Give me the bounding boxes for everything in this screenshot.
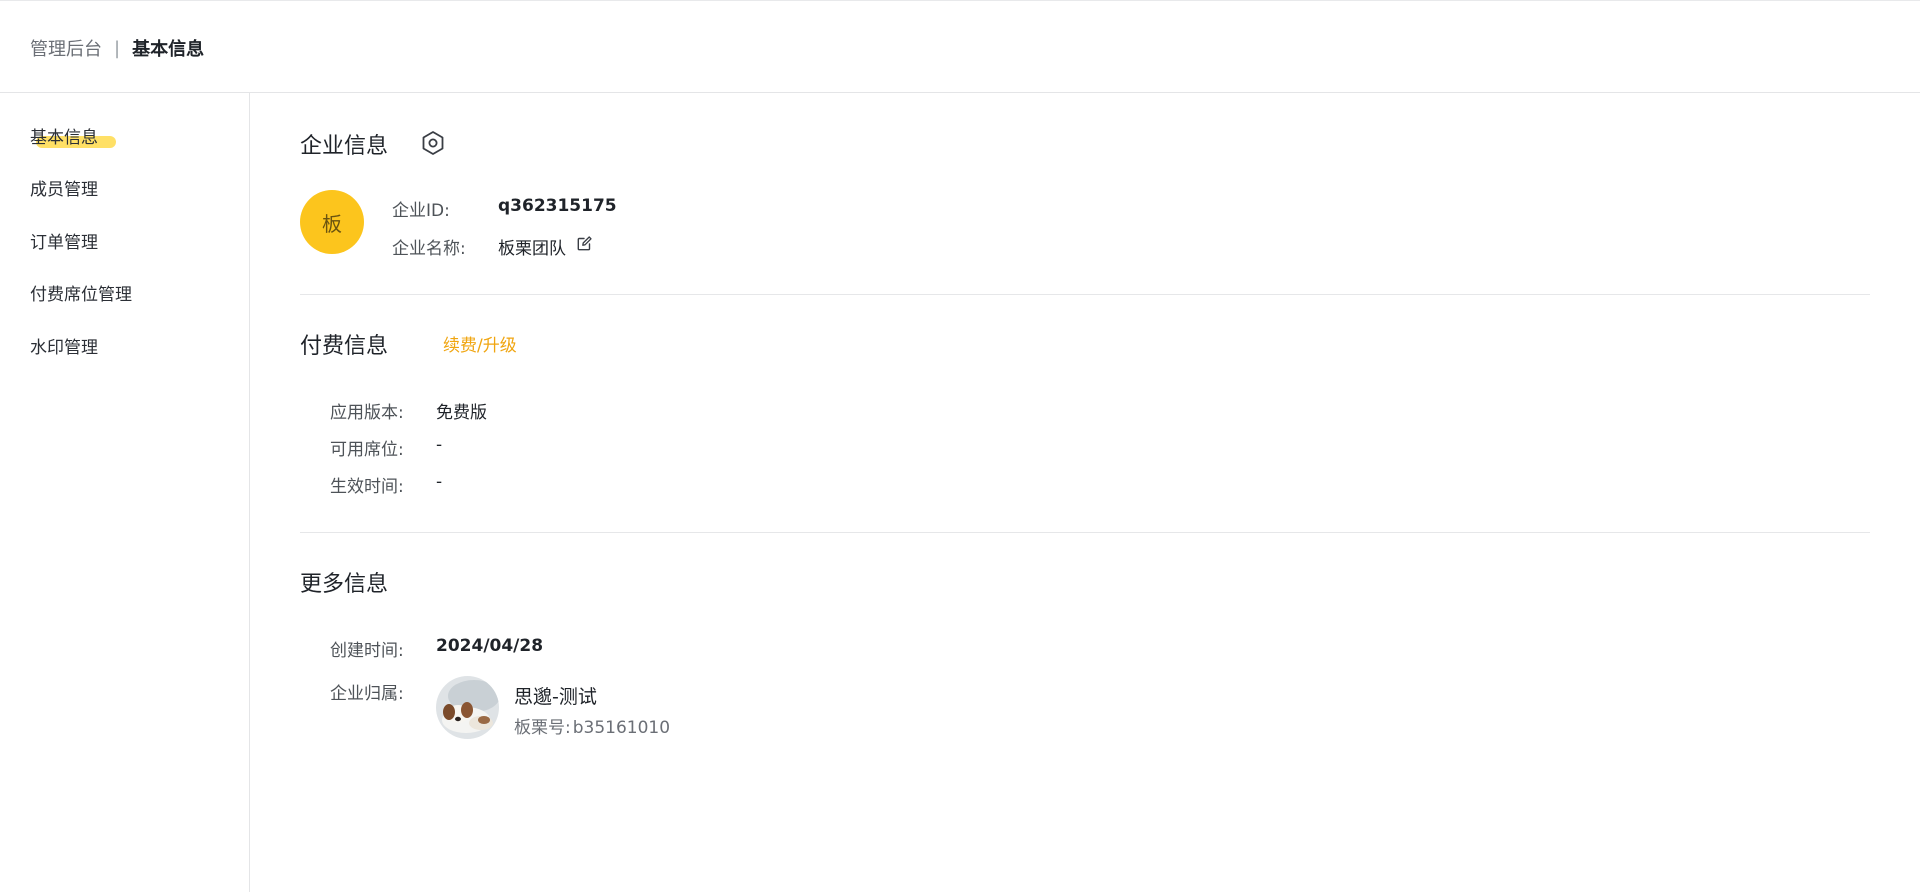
sidebar-item-watermark[interactable]: 水印管理	[30, 333, 98, 358]
sidebar-item-members[interactable]: 成员管理	[30, 175, 98, 200]
edit-icon[interactable]	[576, 236, 592, 252]
breadcrumb-separator: |	[114, 37, 121, 59]
company-avatar: 板	[300, 190, 364, 254]
effective-time-value: -	[436, 472, 443, 492]
section-divider	[300, 294, 1870, 295]
sidebar-item-basic-info[interactable]: 基本信息	[30, 123, 116, 148]
owner-id: 板栗号: b35161010	[514, 713, 670, 738]
owner-label: 企业归属:	[330, 684, 404, 704]
sidebar-item-label: 成员管理	[30, 180, 98, 200]
company-id-value: q362315175	[498, 196, 617, 216]
sidebar: 基本信息 成员管理 订单管理 付费席位管理 水印管理	[0, 93, 250, 892]
renew-upgrade-link[interactable]: 续费/升级	[443, 331, 517, 356]
owner-name: 思邈-测试	[514, 686, 597, 708]
sidebar-item-label: 订单管理	[30, 233, 98, 253]
dog-photo-icon	[436, 676, 499, 739]
settings-hexagon-icon[interactable]	[420, 130, 446, 156]
sidebar-item-orders[interactable]: 订单管理	[30, 228, 98, 253]
section-divider	[300, 532, 1870, 533]
seats-value: -	[436, 435, 443, 455]
more-info-title: 更多信息	[300, 572, 389, 597]
payment-info-title: 付费信息	[300, 334, 389, 359]
breadcrumb-current: 基本信息	[132, 39, 205, 60]
seats-label: 可用席位:	[330, 440, 404, 460]
created-time-value: 2024/04/28	[436, 636, 544, 656]
sidebar-item-paid-seats[interactable]: 付费席位管理	[30, 280, 132, 305]
created-time-label: 创建时间:	[330, 641, 404, 661]
owner-id-value: b35161010	[572, 718, 671, 738]
version-value: 免费版	[436, 403, 487, 423]
sidebar-item-label: 付费席位管理	[30, 285, 132, 305]
top-bar: 管理后台 | 基本信息	[0, 0, 1920, 93]
sidebar-item-label: 基本信息	[30, 128, 98, 148]
company-id-label: 企业ID:	[392, 201, 450, 221]
version-label: 应用版本:	[330, 403, 404, 423]
company-info-title: 企业信息	[300, 134, 389, 159]
sidebar-item-label: 水印管理	[30, 338, 98, 358]
company-name-label: 企业名称:	[392, 239, 466, 259]
breadcrumb: 管理后台 | 基本信息	[30, 35, 204, 61]
company-name-value: 板栗团队	[498, 239, 566, 259]
effective-time-label: 生效时间:	[330, 477, 404, 497]
owner-id-label: 板栗号:	[514, 718, 571, 738]
breadcrumb-root[interactable]: 管理后台	[30, 35, 102, 61]
owner-avatar	[436, 676, 499, 739]
